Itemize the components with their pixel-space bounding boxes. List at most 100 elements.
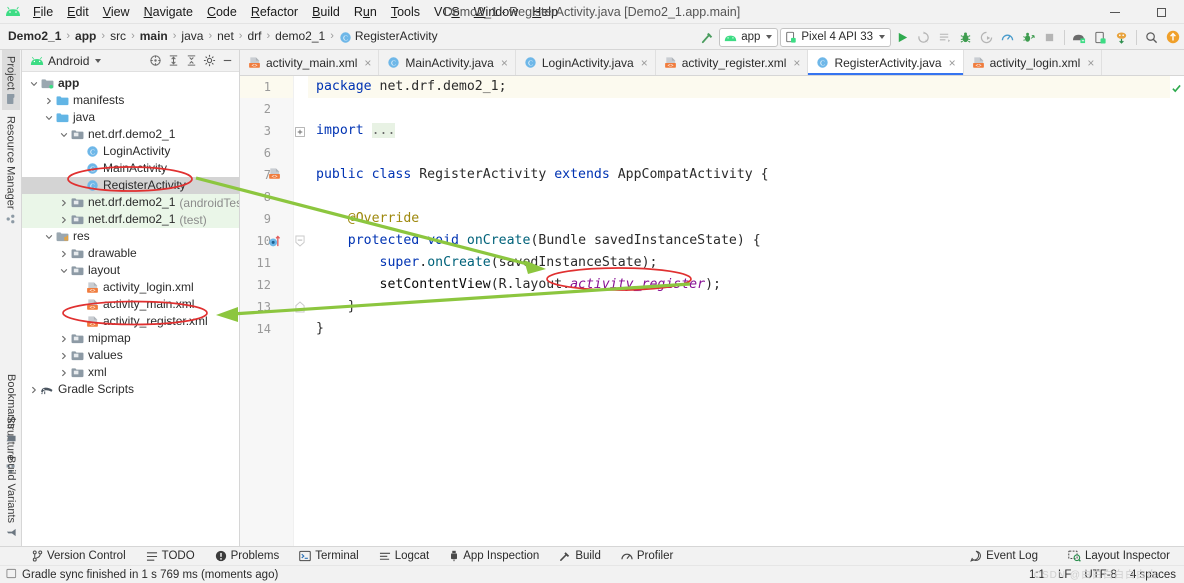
tree-node-res[interactable]: res — [22, 228, 239, 245]
update-available-icon[interactable] — [1163, 27, 1182, 47]
editor-tab-loginactivity-java[interactable]: C LoginActivity.java × — [516, 50, 656, 75]
debug-button[interactable] — [956, 27, 975, 47]
menu-item-vcs[interactable]: VCS — [427, 2, 467, 22]
tree-node-activity-login-xml[interactable]: <> activity_login.xml — [22, 279, 239, 296]
select-opened-file-button[interactable] — [147, 52, 164, 70]
fold-oncreate-toggle[interactable] — [295, 235, 305, 250]
tool-window-tab-project[interactable]: Project — [1, 50, 20, 111]
tree-node-activity-main-xml[interactable]: <> activity_main.xml — [22, 296, 239, 313]
breadcrumb-item-net[interactable]: net — [213, 28, 238, 44]
related-layout-file-marker[interactable]: <> — [268, 167, 281, 183]
close-icon[interactable]: × — [949, 56, 956, 70]
run-configuration-selector[interactable]: app — [719, 27, 779, 47]
code-content[interactable]: package net.drf.demo2_1; import ... public… — [308, 76, 1170, 546]
device-selector[interactable]: Pixel 4 API 33 — [780, 27, 891, 47]
sdk-manager-button[interactable] — [1070, 27, 1089, 47]
breadcrumb-item-registeractivity[interactable]: C RegisterActivity — [335, 28, 442, 44]
bottom-tool-profiler[interactable]: Profiler — [611, 550, 683, 562]
close-icon[interactable]: × — [501, 56, 508, 70]
bottom-tool-problems[interactable]: Problems — [205, 550, 290, 562]
close-icon[interactable]: × — [641, 56, 648, 70]
breadcrumb-item-main[interactable]: main — [136, 28, 172, 44]
breadcrumb-item-demo2-1[interactable]: Demo2_1 — [4, 28, 65, 44]
editor-tab-activity-login-xml[interactable]: <> activity_login.xml × — [964, 50, 1103, 75]
chevron-down-icon[interactable] — [43, 114, 54, 122]
run-with-coverage-button[interactable] — [977, 27, 996, 47]
chevron-down-icon[interactable] — [43, 233, 54, 241]
close-icon[interactable]: × — [364, 56, 371, 70]
menu-item-refactor[interactable]: Refactor — [244, 2, 305, 22]
tree-node-mainactivity[interactable]: C MainActivity — [22, 160, 239, 177]
bottom-tool-build[interactable]: Build — [549, 550, 611, 562]
bottom-tool-version-control[interactable]: Version Control — [22, 550, 136, 562]
breadcrumb-item-src[interactable]: src — [106, 28, 130, 44]
hide-panel-button[interactable] — [219, 52, 236, 70]
chevron-down-icon[interactable] — [28, 80, 39, 88]
bottom-tool-todo[interactable]: TODO — [136, 550, 205, 562]
editor-gutter[interactable]: 1 2 3 6 7 8 9 10 11 12 13 14 <> — [240, 76, 294, 546]
menu-item-build[interactable]: Build — [305, 2, 347, 22]
collapse-all-button[interactable] — [183, 52, 200, 70]
tree-node-layout[interactable]: layout — [22, 262, 239, 279]
project-view-selector[interactable]: Android — [30, 54, 102, 68]
profile-button[interactable] — [998, 27, 1017, 47]
bottom-tool-app-inspection[interactable]: App Inspection — [439, 550, 549, 562]
menu-item-view[interactable]: View — [96, 2, 137, 22]
editor-tab-mainactivity-java[interactable]: C MainActivity.java × — [379, 50, 516, 75]
tree-node-loginactivity[interactable]: C LoginActivity — [22, 143, 239, 160]
chevron-right-icon[interactable] — [58, 250, 69, 258]
tree-node-net-drf-demo2-1[interactable]: net.drf.demo2_1 — [22, 126, 239, 143]
editor-tab-bar[interactable]: <> activity_main.xml × C MainActivity.java × C… — [240, 50, 1184, 76]
attach-debugger-button[interactable] — [1019, 27, 1038, 47]
code-folding-strip[interactable] — [294, 76, 308, 546]
tree-node-gradle-scripts[interactable]: Gradle Scripts — [22, 381, 239, 398]
menu-item-edit[interactable]: Edit — [60, 2, 96, 22]
tree-node-manifests[interactable]: manifests — [22, 92, 239, 109]
avd-manager-button[interactable] — [1091, 27, 1110, 47]
bottom-tool-event-log[interactable]: Event Log — [960, 550, 1048, 562]
menu-item-file[interactable]: File — [26, 2, 60, 22]
chevron-down-icon[interactable] — [58, 131, 69, 139]
gear-icon[interactable] — [201, 52, 218, 70]
bottom-tool-terminal[interactable]: Terminal — [289, 550, 368, 562]
chevron-right-icon[interactable] — [58, 369, 69, 377]
tree-node-java[interactable]: java — [22, 109, 239, 126]
tool-window-tab-resource-manager[interactable]: Resource Manager — [2, 110, 20, 230]
tree-node-activity-register-xml[interactable]: <> activity_register.xml — [22, 313, 239, 330]
apply-changes-button[interactable]: A — [914, 27, 933, 47]
menu-bar[interactable]: File Edit View Navigate Code Refactor Build Run… — [26, 2, 565, 22]
fold-import-toggle[interactable] — [295, 126, 305, 140]
code-editor[interactable]: 1 2 3 6 7 8 9 10 11 12 13 14 <> package net.drf.demo… — [240, 76, 1184, 546]
chevron-right-icon[interactable] — [58, 216, 69, 224]
tree-node-net-drf-demo2-1[interactable]: net.drf.demo2_1 (test) — [22, 211, 239, 228]
menu-item-tools[interactable]: Tools — [384, 2, 427, 22]
close-icon[interactable]: × — [1087, 56, 1094, 70]
tool-window-tab-build-variants[interactable]: Build Variants — [2, 450, 20, 544]
tree-node-app[interactable]: app — [22, 75, 239, 92]
tool-window-tab-bookmarks[interactable]: Bookmarks — [2, 368, 20, 450]
bottom-tool-items[interactable]: Version Control TODO Problems Terminal Logca… — [0, 550, 683, 562]
menu-item-code[interactable]: Code — [200, 2, 244, 22]
menu-item-navigate[interactable]: Navigate — [137, 2, 200, 22]
chevron-down-icon[interactable] — [58, 267, 69, 275]
search-icon[interactable] — [1142, 27, 1161, 47]
chevron-right-icon[interactable] — [43, 97, 54, 105]
tree-node-drawable[interactable]: drawable — [22, 245, 239, 262]
chevron-right-icon[interactable] — [58, 352, 69, 360]
fold-oncreate-end[interactable] — [295, 301, 305, 316]
minimize-button[interactable] — [1092, 0, 1138, 24]
tree-node-values[interactable]: values — [22, 347, 239, 364]
menu-item-window[interactable]: Window — [467, 2, 525, 22]
editor-scrollbar[interactable] — [1170, 76, 1184, 546]
sync-gradle-button[interactable] — [1112, 27, 1131, 47]
close-icon[interactable]: × — [793, 56, 800, 70]
project-tree[interactable]: app manifests java net.drf.demo2_1 C LoginAct… — [22, 72, 239, 546]
breadcrumb-item-app[interactable]: app — [71, 28, 100, 44]
chevron-right-icon[interactable] — [28, 386, 39, 394]
tree-node-mipmap[interactable]: mipmap — [22, 330, 239, 347]
bottom-tool-right-items[interactable]: Event Log Layout Inspector — [960, 550, 1180, 562]
tree-node-net-drf-demo2-1[interactable]: net.drf.demo2_1(androidTest) — [22, 194, 239, 211]
editor-tab-activity-register-xml[interactable]: <> activity_register.xml × — [656, 50, 809, 75]
breadcrumb-item-java[interactable]: java — [177, 28, 207, 44]
tree-node-registeractivity[interactable]: C RegisterActivity — [22, 177, 239, 194]
